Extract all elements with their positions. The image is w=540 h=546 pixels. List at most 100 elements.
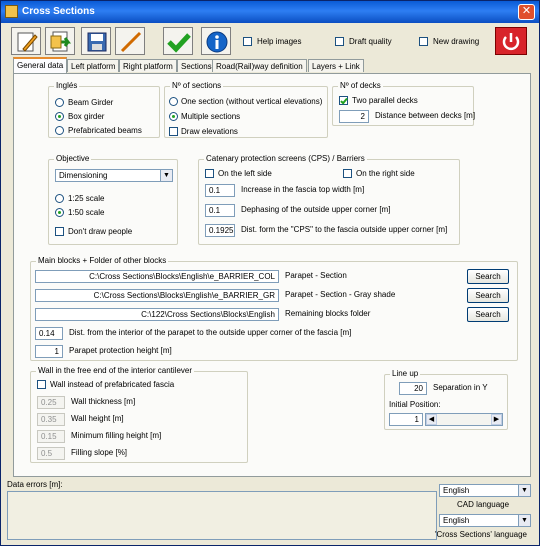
- lineup-group: Line up 20 Separation in Y Initial Posit…: [384, 369, 508, 430]
- search-blocks-folder-button[interactable]: Search: [467, 307, 509, 322]
- filling-slope-label: Filling slope [%]: [71, 448, 128, 457]
- scale-1-50-label: 1:50 scale: [68, 208, 105, 217]
- parapet-distance-input[interactable]: 0.14: [35, 327, 63, 340]
- wall-height-label: Wall height [m]: [71, 414, 124, 423]
- cps-left-checkbox[interactable]: [205, 169, 214, 178]
- separation-y-input[interactable]: 20: [399, 382, 427, 395]
- min-filling-height-input[interactable]: 0.15: [37, 430, 65, 443]
- dont-draw-people-label: Don't draw people: [68, 227, 133, 236]
- wall-instead-label: Wall instead of prefabricated fascia: [50, 380, 175, 389]
- blocks-folder-path-input[interactable]: C:\122\Cross Sections\Blocks\English: [35, 308, 279, 321]
- deck-distance-input[interactable]: 2: [339, 110, 369, 123]
- info-icon: [206, 31, 228, 53]
- cad-language-label: CAD language: [457, 500, 510, 509]
- app-icon: [5, 5, 18, 18]
- fascia-width-input[interactable]: 0.1: [205, 184, 235, 197]
- two-parallel-decks-label: Two parallel decks: [352, 96, 418, 105]
- tab-sections[interactable]: Sections: [177, 59, 216, 72]
- accept-button[interactable]: [163, 27, 193, 55]
- draw-elevations-checkbox[interactable]: [169, 127, 178, 136]
- initial-position-scrollbar[interactable]: ◀ ▶: [425, 413, 503, 426]
- chevron-down-icon: ▼: [160, 170, 172, 181]
- scale-1-50-radio[interactable]: [55, 208, 64, 217]
- chevron-down-icon: ▼: [518, 485, 530, 496]
- fascia-width-label: Increase in the fascia top width [m]: [241, 185, 365, 194]
- parapet-distance-label: Dist. from the interior of the parapet t…: [69, 328, 352, 337]
- main-window: Cross Sections ✕ Help images Draft quali…: [0, 0, 540, 546]
- two-parallel-decks-checkbox[interactable]: [339, 96, 348, 105]
- tab-layers-link[interactable]: Layers + Link: [308, 59, 364, 72]
- multiple-sections-label: Multiple sections: [181, 112, 241, 121]
- data-errors-box: [7, 491, 437, 540]
- cps-title: Catenary protection screens (CPS) / Barr…: [204, 154, 367, 163]
- beam-girder-radio[interactable]: [55, 98, 64, 107]
- tab-left-platform[interactable]: Left platform: [67, 59, 120, 72]
- save-icon: [87, 32, 107, 52]
- tab-general-data[interactable]: General data: [13, 57, 68, 73]
- box-girder-radio[interactable]: [55, 112, 64, 121]
- new-drawing-checkbox[interactable]: [419, 37, 428, 46]
- draft-quality-checkbox[interactable]: [335, 37, 344, 46]
- objective-group: Objective Dimensioning ▼ 1:25 scale 1:50…: [48, 154, 178, 245]
- dephasing-input[interactable]: 0.1: [205, 204, 235, 217]
- search-parapet-section-button[interactable]: Search: [467, 269, 509, 284]
- wall-title: Wall in the free end of the interior can…: [36, 366, 195, 375]
- page-arrow-icon: [50, 31, 71, 52]
- ingles-title: Inglés: [54, 81, 80, 90]
- tab-roadway-definition[interactable]: Road(Rail)way definition: [212, 59, 307, 72]
- initial-position-input[interactable]: 1: [389, 413, 423, 426]
- separation-y-label: Separation in Y: [433, 383, 488, 392]
- cs-language-select[interactable]: English ▼: [439, 514, 531, 527]
- lineup-title: Line up: [390, 369, 421, 378]
- prefabricated-beams-radio[interactable]: [55, 126, 64, 135]
- data-errors-label: Data errors [m]:: [7, 480, 63, 489]
- wall-thickness-input[interactable]: 0.25: [37, 396, 65, 409]
- edit-button[interactable]: [11, 27, 41, 55]
- scale-1-25-label: 1:25 scale: [68, 194, 105, 203]
- help-images-checkbox[interactable]: [243, 37, 252, 46]
- cs-language-label: 'Cross Sections' language: [435, 530, 527, 539]
- blocks-title: Main blocks + Folder of other blocks: [36, 256, 169, 265]
- parapet-section-path-input[interactable]: C:\Cross Sections\Blocks\English\e_BARRI…: [35, 270, 279, 283]
- scroll-left-icon[interactable]: ◀: [426, 414, 437, 425]
- close-button[interactable]: ✕: [518, 4, 535, 20]
- bottom-area: Data errors [m]: English ▼ CAD language …: [5, 480, 535, 544]
- deck-distance-label: Distance between decks [m]: [375, 111, 476, 120]
- filling-slope-input[interactable]: 0.5: [37, 447, 65, 460]
- open-button[interactable]: [45, 27, 75, 55]
- parapet-height-input[interactable]: 1: [35, 345, 63, 358]
- blocks-group: Main blocks + Folder of other blocks C:\…: [30, 256, 518, 361]
- help-images-label: Help images: [257, 37, 302, 46]
- dont-draw-people-checkbox[interactable]: [55, 227, 64, 236]
- search-parapet-gray-button[interactable]: Search: [467, 288, 509, 303]
- decks-group: Nº of decks Two parallel decks 2 Distanc…: [332, 81, 476, 126]
- decks-title: Nº of decks: [338, 81, 383, 90]
- chevron-down-icon: ▼: [518, 515, 530, 526]
- wall-instead-checkbox[interactable]: [37, 380, 46, 389]
- min-filling-height-label: Minimum filling height [m]: [71, 431, 162, 440]
- cps-group: Catenary protection screens (CPS) / Barr…: [198, 154, 460, 245]
- save-button[interactable]: [81, 27, 111, 55]
- scale-1-25-radio[interactable]: [55, 194, 64, 203]
- dephasing-label: Dephasing of the outside upper corner [m…: [241, 205, 391, 214]
- info-button[interactable]: [201, 27, 231, 55]
- wall-height-input[interactable]: 0.35: [37, 413, 65, 426]
- cps-distance-input[interactable]: 0.1925: [205, 224, 235, 237]
- one-section-radio[interactable]: [169, 97, 178, 106]
- parapet-gray-path-input[interactable]: C:\Cross Sections\Blocks\English\e_BARRI…: [35, 289, 279, 302]
- new-drawing-label: New drawing: [433, 37, 480, 46]
- multiple-sections-radio[interactable]: [169, 112, 178, 121]
- parapet-gray-label: Parapet - Section - Gray shade: [285, 290, 396, 299]
- scroll-right-icon[interactable]: ▶: [491, 414, 502, 425]
- exit-button[interactable]: [495, 27, 527, 55]
- pencil-icon: [17, 32, 38, 52]
- objective-title: Objective: [54, 154, 92, 163]
- cad-language-select[interactable]: English ▼: [439, 484, 531, 497]
- cps-right-checkbox[interactable]: [343, 169, 352, 178]
- sections-title: Nº of sections: [170, 81, 224, 90]
- tab-right-platform[interactable]: Right platform: [119, 59, 177, 72]
- beam-girder-label: Beam Girder: [68, 98, 114, 107]
- draw-line-button[interactable]: [115, 27, 145, 55]
- cps-distance-label: Dist. form the "CPS" to the fascia outsi…: [241, 225, 448, 234]
- objective-select[interactable]: Dimensioning ▼: [55, 169, 173, 182]
